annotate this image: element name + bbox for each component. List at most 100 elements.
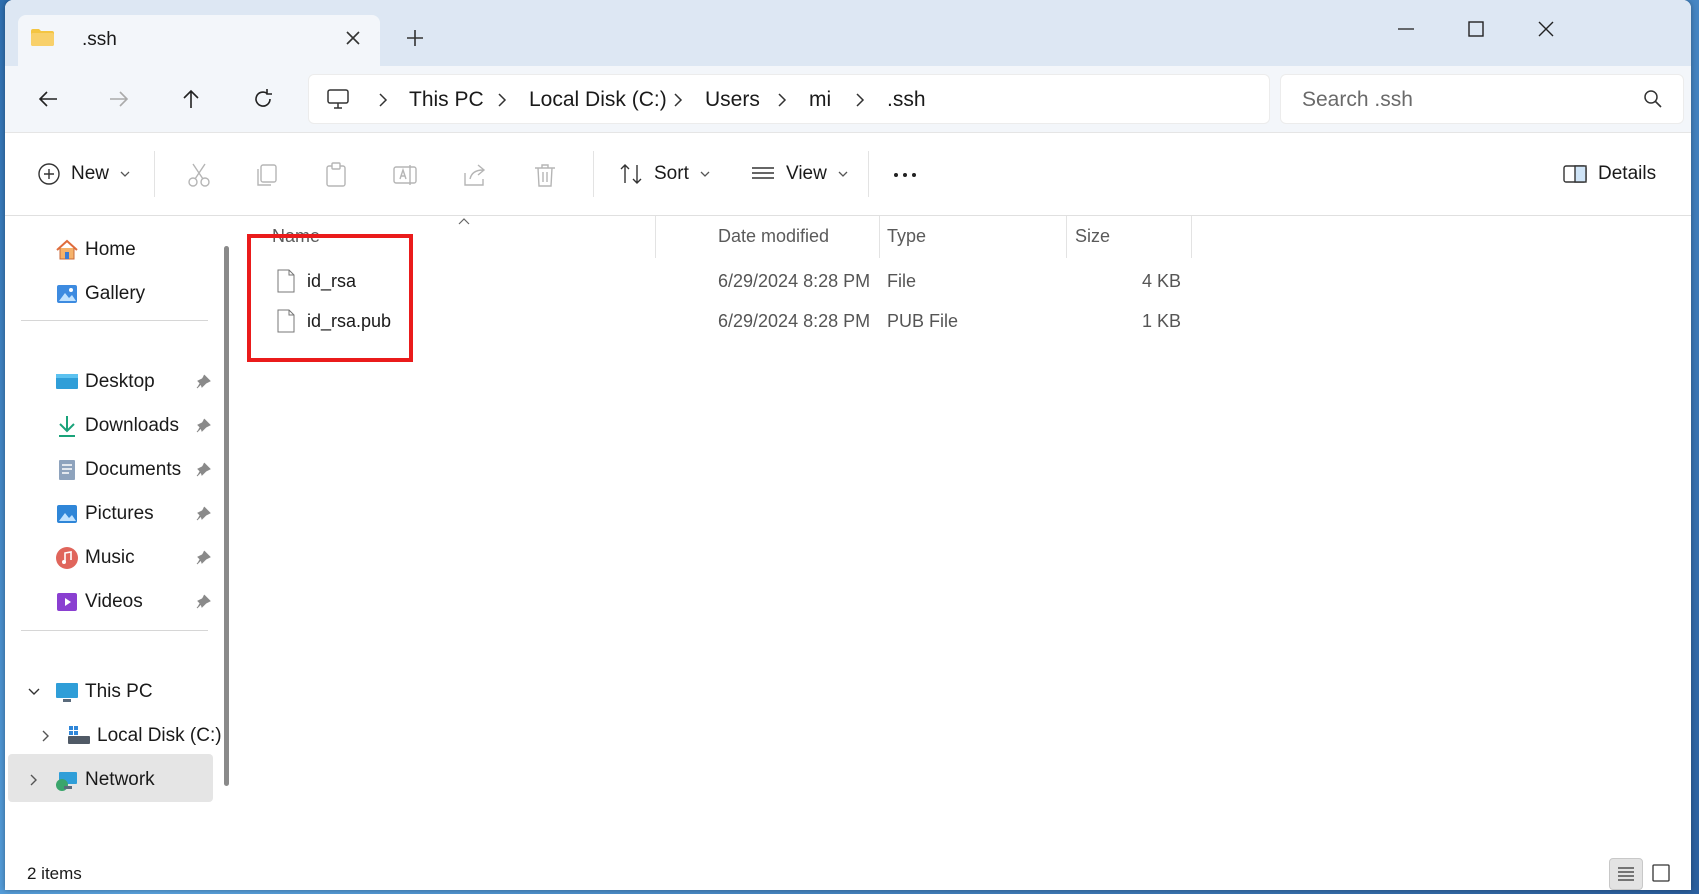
file-date-modified: 6/29/2024 8:28 PM bbox=[718, 311, 871, 331]
minimize-button[interactable] bbox=[1383, 12, 1429, 44]
tab-ssh[interactable]: .ssh bbox=[18, 15, 380, 66]
column-header-type[interactable]: Type bbox=[887, 226, 926, 247]
up-button[interactable] bbox=[176, 84, 206, 114]
sidebar-item-music[interactable]: Music bbox=[5, 540, 215, 576]
tiles-view-icon bbox=[1652, 864, 1670, 882]
sidebar-item-label: Local Disk (C:) bbox=[97, 725, 222, 746]
tiles-view-toggle[interactable] bbox=[1645, 858, 1677, 888]
pin-icon[interactable] bbox=[195, 594, 211, 610]
file-date-modified: 6/29/2024 8:28 PM bbox=[718, 271, 871, 291]
forward-button[interactable] bbox=[104, 84, 134, 114]
share-icon[interactable] bbox=[461, 161, 489, 189]
close-button[interactable] bbox=[1523, 12, 1569, 44]
title-bar: .ssh bbox=[5, 0, 1691, 66]
file-type: PUB File bbox=[887, 311, 959, 331]
breadcrumb-mi[interactable]: mi bbox=[809, 88, 831, 112]
column-divider[interactable] bbox=[1066, 216, 1067, 258]
toolbar-divider bbox=[868, 151, 869, 197]
chevron-right-icon[interactable] bbox=[39, 729, 53, 743]
toolbar-divider bbox=[154, 151, 155, 197]
sidebar-item-downloads[interactable]: Downloads bbox=[5, 408, 215, 444]
back-button[interactable] bbox=[33, 84, 63, 114]
sidebar-item-network[interactable]: Network bbox=[5, 762, 215, 798]
view-label: View bbox=[786, 163, 827, 184]
paste-icon[interactable] bbox=[322, 161, 350, 189]
pin-icon[interactable] bbox=[195, 374, 211, 390]
pin-icon[interactable] bbox=[195, 462, 211, 478]
refresh-icon bbox=[255, 89, 272, 107]
chevron-down-icon bbox=[120, 171, 130, 177]
new-tab-icon[interactable] bbox=[402, 25, 428, 51]
home-icon bbox=[56, 239, 78, 260]
sort-label: Sort bbox=[654, 163, 689, 184]
sidebar-item-pictures[interactable]: Pictures bbox=[5, 496, 215, 532]
sidebar-item-desktop[interactable]: Desktop bbox=[5, 364, 215, 400]
pin-icon[interactable] bbox=[195, 550, 211, 566]
music-icon bbox=[56, 547, 78, 569]
close-tab-icon[interactable] bbox=[340, 25, 366, 51]
sort-button[interactable]: Sort bbox=[618, 157, 711, 191]
sidebar-item-label: Documents bbox=[85, 459, 182, 480]
refresh-button[interactable] bbox=[248, 84, 278, 114]
sidebar-item-gallery[interactable]: Gallery bbox=[5, 276, 215, 312]
more-options-icon[interactable] bbox=[891, 161, 919, 189]
videos-icon bbox=[57, 593, 77, 611]
navigation-pane: Home Gallery Desktop Downloads Documents… bbox=[5, 216, 227, 856]
sidebar-item-label: Music bbox=[85, 547, 135, 568]
sidebar-item-videos[interactable]: Videos bbox=[5, 584, 215, 620]
details-view-icon bbox=[1618, 867, 1634, 881]
column-header-date-modified[interactable]: Date modified bbox=[718, 226, 829, 247]
breadcrumb-local-disk[interactable]: Local Disk (C:) bbox=[529, 88, 667, 112]
new-button[interactable]: New bbox=[37, 157, 131, 191]
details-button[interactable]: Details bbox=[1562, 157, 1656, 191]
breadcrumb-this-pc[interactable]: This PC bbox=[409, 88, 484, 112]
breadcrumb-users[interactable]: Users bbox=[705, 88, 760, 112]
annotation-highlight-box bbox=[247, 234, 413, 362]
sidebar-item-label: Desktop bbox=[85, 371, 155, 392]
chevron-right-icon[interactable] bbox=[27, 773, 41, 787]
tab-title: .ssh bbox=[82, 29, 117, 50]
column-divider[interactable] bbox=[879, 216, 880, 258]
sidebar-item-home[interactable]: Home bbox=[5, 232, 215, 268]
file-explorer-window: .ssh This PC Local Disk (C:) Users mi .s… bbox=[5, 0, 1691, 890]
rename-icon[interactable] bbox=[391, 161, 419, 189]
sidebar-item-label: Videos bbox=[85, 591, 143, 612]
view-button[interactable]: View bbox=[750, 157, 849, 191]
file-list: Name Date modified Type Size id_rsa 6/29… bbox=[237, 216, 1687, 856]
sidebar-item-label: Downloads bbox=[85, 415, 179, 436]
documents-icon bbox=[59, 460, 75, 480]
details-view-toggle[interactable] bbox=[1609, 858, 1643, 890]
this-pc-icon bbox=[327, 89, 349, 109]
sidebar-item-label: Pictures bbox=[85, 503, 154, 524]
pin-icon[interactable] bbox=[195, 418, 211, 434]
close-icon bbox=[1538, 21, 1554, 37]
address-bar[interactable]: This PC Local Disk (C:) Users mi .ssh bbox=[308, 74, 1270, 124]
cut-icon[interactable] bbox=[185, 161, 213, 189]
add-icon bbox=[38, 163, 60, 185]
file-size: 1 KB bbox=[1141, 311, 1181, 331]
sort-ascending-icon bbox=[458, 218, 470, 225]
pin-icon[interactable] bbox=[195, 506, 211, 522]
network-icon bbox=[56, 772, 77, 791]
sidebar-item-local-disk[interactable]: Local Disk (C:) bbox=[5, 718, 222, 754]
search-box[interactable]: Search .ssh bbox=[1280, 74, 1684, 124]
copy-icon[interactable] bbox=[253, 161, 281, 189]
column-divider[interactable] bbox=[655, 216, 656, 258]
sidebar-item-documents[interactable]: Documents bbox=[5, 452, 215, 488]
sidebar-scrollbar[interactable] bbox=[224, 246, 229, 786]
navigation-bar: This PC Local Disk (C:) Users mi .ssh Se… bbox=[5, 66, 1691, 133]
chevron-down-icon bbox=[838, 171, 848, 177]
column-divider[interactable] bbox=[1191, 216, 1192, 258]
maximize-button[interactable] bbox=[1453, 12, 1499, 44]
delete-icon[interactable] bbox=[531, 161, 559, 189]
column-header-size[interactable]: Size bbox=[1075, 226, 1110, 247]
chevron-down-icon[interactable] bbox=[27, 685, 41, 699]
maximize-icon bbox=[1468, 21, 1484, 37]
sidebar-item-label: Gallery bbox=[85, 283, 146, 304]
new-label: New bbox=[71, 163, 110, 184]
drive-icon bbox=[68, 726, 90, 744]
chevron-right-icon bbox=[379, 93, 388, 107]
sidebar-item-this-pc[interactable]: This PC bbox=[5, 674, 215, 710]
breadcrumb-ssh[interactable]: .ssh bbox=[887, 88, 926, 112]
sort-icon bbox=[620, 164, 642, 184]
